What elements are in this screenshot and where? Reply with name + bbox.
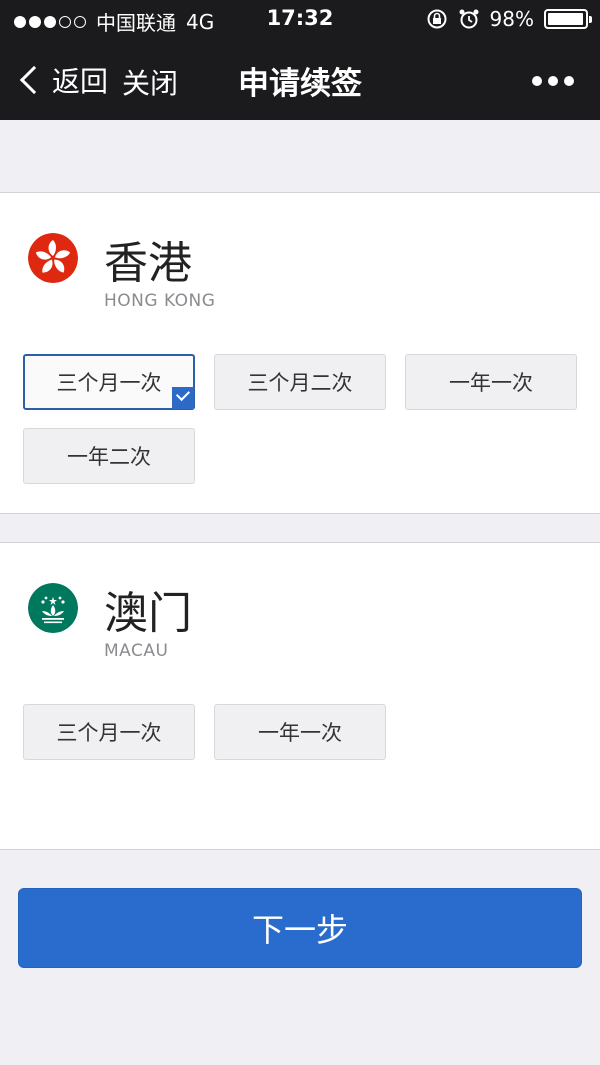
- hong-kong-emblem-icon: [28, 233, 78, 283]
- more-menu-icon[interactable]: [532, 76, 574, 86]
- option-one-year-double[interactable]: 一年二次: [23, 428, 195, 484]
- option-label: 三个月一次: [56, 721, 162, 745]
- region-name: 香港: [104, 238, 192, 289]
- option-one-year-single[interactable]: 一年一次: [405, 354, 577, 410]
- page-title: 申请续签: [238, 66, 362, 102]
- chevron-left-icon: [19, 65, 49, 95]
- back-label: 返回: [52, 65, 109, 98]
- option-label: 三个月一次: [56, 371, 162, 395]
- region-name: 澳门: [104, 588, 192, 639]
- battery-icon: [544, 9, 592, 29]
- region-card-macau: 澳门 MACAU 三个月一次 一年一次: [0, 542, 600, 850]
- rotation-lock-icon: [427, 9, 447, 29]
- option-three-months-single[interactable]: 三个月一次: [23, 354, 195, 410]
- option-three-months-double[interactable]: 三个月二次: [214, 354, 386, 410]
- region-name-en: HONG KONG: [104, 291, 216, 311]
- region-card-hong-kong: 香港 HONG KONG 三个月一次 三个月二次 一年一次 一年二次: [0, 192, 600, 514]
- option-label: 一年一次: [258, 721, 342, 745]
- option-three-months-single[interactable]: 三个月一次: [23, 704, 195, 760]
- next-step-button[interactable]: 下一步: [18, 888, 582, 968]
- region-name-en: MACAU: [104, 641, 169, 661]
- battery-percent: 98%: [489, 7, 534, 31]
- option-label: 一年一次: [449, 371, 533, 395]
- back-button[interactable]: 返回: [18, 60, 108, 100]
- option-label: 一年二次: [67, 445, 151, 469]
- macau-emblem-icon: [28, 583, 78, 633]
- status-bar: 中国联通 4G 17:32 98%: [0, 0, 600, 40]
- status-right: 98%: [426, 7, 592, 31]
- nav-bar: 返回 关闭 申请续签: [0, 40, 600, 120]
- top-bar: 中国联通 4G 17:32 98% 返回 关闭 申请续签: [0, 0, 600, 120]
- option-one-year-single[interactable]: 一年一次: [214, 704, 386, 760]
- close-button[interactable]: 关闭: [122, 62, 178, 102]
- checkmark-icon: [172, 387, 194, 409]
- option-label: 三个月二次: [247, 371, 353, 395]
- alarm-clock-icon: [459, 9, 479, 29]
